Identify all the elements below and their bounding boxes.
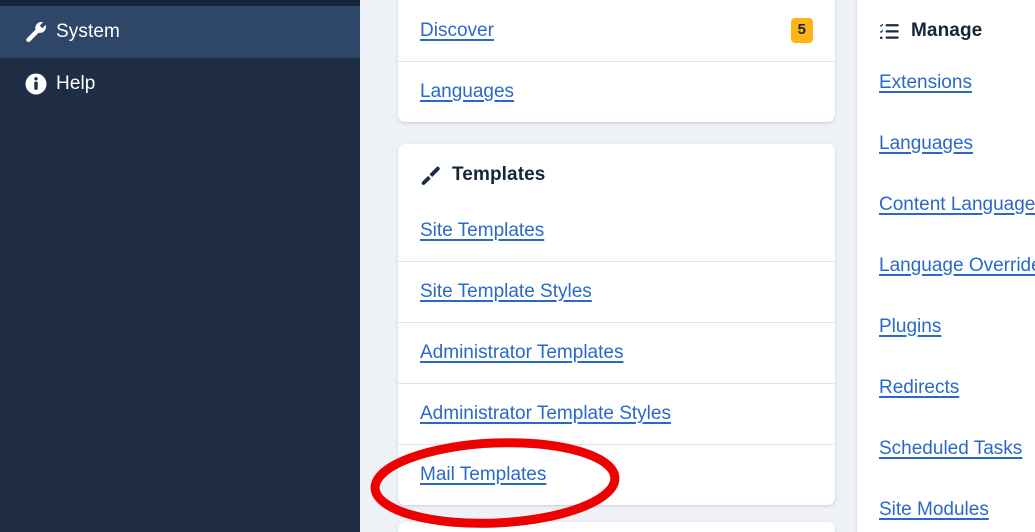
list-item[interactable]: Plugins: [857, 296, 1035, 357]
card-discover: Discover 5 Languages: [398, 0, 835, 122]
link-site-template-styles[interactable]: Site Template Styles: [420, 281, 592, 303]
sidebar-item-label: Help: [56, 73, 96, 94]
list-item[interactable]: Administrator Templates: [398, 322, 835, 383]
link-languages[interactable]: Languages: [879, 133, 973, 155]
list-item[interactable]: Content Languages: [857, 174, 1035, 235]
link-scheduled-tasks[interactable]: Scheduled Tasks: [879, 438, 1022, 460]
info-circle-icon: [16, 72, 56, 96]
task-list-icon: [879, 21, 900, 42]
sidebar-item-label: System: [56, 21, 120, 42]
card-templates: Templates Site Templates Site Template S…: [398, 144, 835, 505]
status-badge: 5: [790, 18, 813, 43]
card-title: Templates: [452, 164, 546, 185]
list-item[interactable]: Mail Templates: [398, 444, 835, 505]
card-title: Manage: [911, 20, 983, 41]
link-redirects[interactable]: Redirects: [879, 377, 959, 399]
list-item[interactable]: Languages: [857, 113, 1035, 174]
paintbrush-icon: [420, 165, 441, 186]
list-item[interactable]: Administrator Template Styles: [398, 383, 835, 444]
list-item[interactable]: Language Overrides: [857, 235, 1035, 296]
link-content-languages[interactable]: Content Languages: [879, 194, 1035, 216]
list-item[interactable]: Discover 5: [398, 0, 835, 61]
list-item[interactable]: Site Templates: [398, 200, 835, 261]
link-site-templates[interactable]: Site Templates: [420, 220, 544, 242]
main-column-right: Manage Extensions Languages Content Lang…: [857, 0, 1035, 532]
card-manage-header: Manage: [857, 0, 1035, 52]
link-discover[interactable]: Discover: [420, 20, 494, 42]
list-item[interactable]: Site Template Styles: [398, 261, 835, 322]
sidebar-item-system[interactable]: System: [0, 6, 360, 58]
list-item[interactable]: Scheduled Tasks: [857, 418, 1035, 479]
link-languages[interactable]: Languages: [420, 81, 514, 103]
card-manage: Manage Extensions Languages Content Lang…: [857, 0, 1035, 532]
main-column-middle: Discover 5 Languages Templates Site Temp…: [398, 0, 835, 532]
link-administrator-template-styles[interactable]: Administrator Template Styles: [420, 403, 671, 425]
link-language-overrides[interactable]: Language Overrides: [879, 255, 1035, 277]
link-administrator-templates[interactable]: Administrator Templates: [420, 342, 623, 364]
list-item[interactable]: Site Modules: [857, 479, 1035, 532]
list-item[interactable]: Extensions: [857, 52, 1035, 113]
card-next-partial: [398, 522, 835, 532]
list-item[interactable]: Languages: [398, 61, 835, 122]
sidebar-item-help[interactable]: Help: [0, 58, 360, 110]
sidebar: System Help: [0, 0, 360, 532]
wrench-icon: [16, 20, 56, 44]
link-extensions[interactable]: Extensions: [879, 72, 972, 94]
link-mail-templates[interactable]: Mail Templates: [420, 464, 546, 486]
card-templates-header: Templates: [398, 144, 835, 200]
list-item[interactable]: Redirects: [857, 357, 1035, 418]
link-plugins[interactable]: Plugins: [879, 316, 941, 338]
admin-system-page: System Help Discover 5 Languages Templat…: [0, 0, 1035, 532]
link-site-modules[interactable]: Site Modules: [879, 499, 989, 521]
